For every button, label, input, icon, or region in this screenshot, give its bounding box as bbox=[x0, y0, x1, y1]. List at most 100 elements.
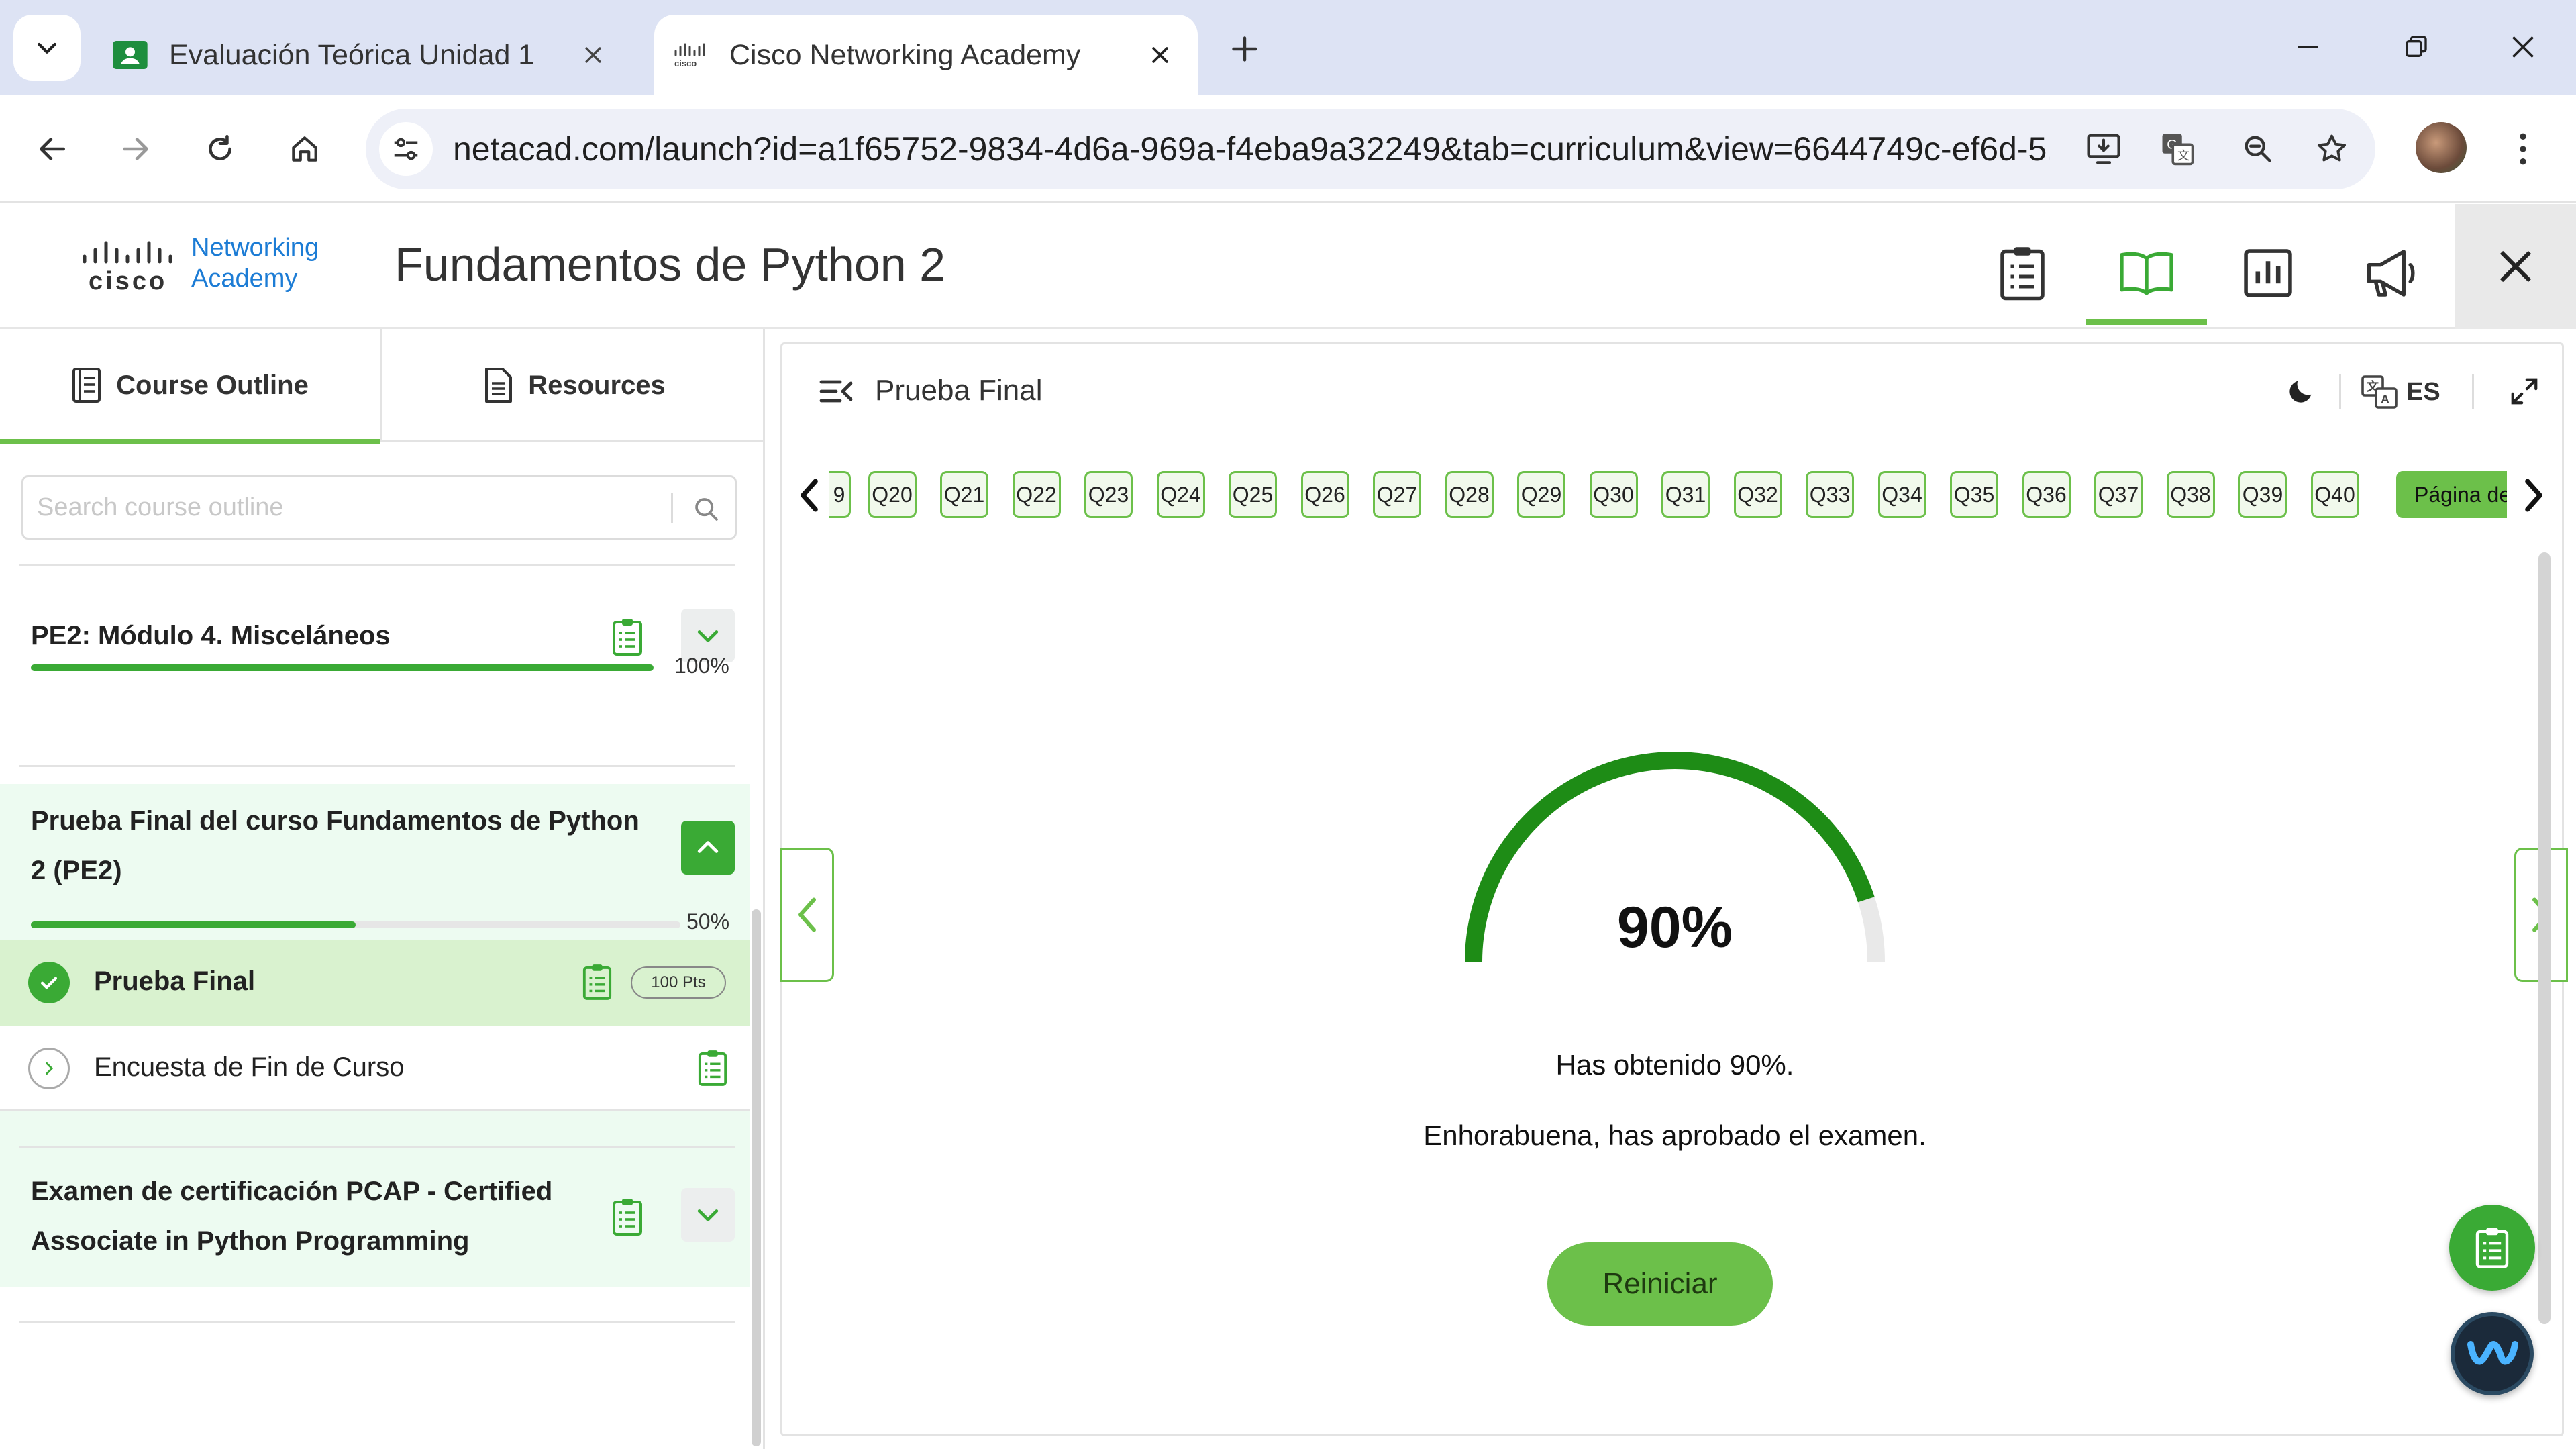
question-button[interactable]: Q33 bbox=[1806, 471, 1854, 518]
profile-avatar[interactable] bbox=[2416, 122, 2467, 173]
url-text[interactable]: netacad.com/launch?id=a1f65752-9834-4d6a… bbox=[453, 109, 2050, 189]
question-button[interactable]: 9 bbox=[829, 471, 851, 518]
question-button[interactable]: Q22 bbox=[1012, 471, 1061, 518]
question-button[interactable]: Q31 bbox=[1661, 471, 1710, 518]
module-pcap[interactable]: Examen de certificación PCAP - Certified… bbox=[0, 1166, 750, 1301]
module-title: Prueba Final del curso Fundamentos de Py… bbox=[31, 796, 639, 895]
language-label: ES bbox=[2406, 377, 2440, 406]
question-button[interactable]: Q23 bbox=[1084, 471, 1133, 518]
list-item-encuesta[interactable]: Encuesta de Fin de Curso bbox=[0, 1026, 750, 1111]
toggle-menu-button[interactable] bbox=[816, 371, 856, 411]
question-button[interactable]: Q38 bbox=[2166, 471, 2215, 518]
language-button[interactable]: 文A ES bbox=[2361, 368, 2440, 415]
list-item-prueba-final[interactable]: Prueba Final 100 Pts bbox=[0, 940, 750, 1026]
item-label: Prueba Final bbox=[94, 966, 256, 996]
translate-button[interactable]: G文 bbox=[2151, 122, 2204, 176]
clipboard-icon bbox=[692, 1044, 733, 1091]
module-title: Examen de certificación PCAP - Certified… bbox=[31, 1166, 552, 1266]
bookmark-button[interactable] bbox=[2305, 122, 2359, 176]
address-bar[interactable]: netacad.com/launch?id=a1f65752-9834-4d6a… bbox=[366, 109, 2375, 189]
question-button[interactable]: Q39 bbox=[2238, 471, 2287, 518]
announcements-button[interactable] bbox=[2332, 223, 2453, 323]
question-button[interactable]: Q28 bbox=[1445, 471, 1494, 518]
classroom-icon bbox=[111, 36, 149, 74]
search-button[interactable] bbox=[688, 491, 725, 528]
question-button[interactable]: Q27 bbox=[1373, 471, 1421, 518]
divider bbox=[2472, 374, 2474, 409]
browser-menu-button[interactable] bbox=[2500, 121, 2546, 177]
question-nav-next[interactable] bbox=[2514, 468, 2554, 522]
close-window-button[interactable] bbox=[2493, 20, 2553, 74]
question-button[interactable]: Q37 bbox=[2094, 471, 2143, 518]
previous-page-button[interactable] bbox=[780, 848, 834, 982]
install-icon bbox=[2087, 134, 2120, 164]
progress-button[interactable] bbox=[2208, 223, 2328, 323]
sidebar-scrollbar[interactable] bbox=[752, 909, 761, 1446]
search-divider bbox=[671, 493, 673, 523]
cisco-networking-academy-logo[interactable]: cisco Networking Academy bbox=[81, 232, 349, 299]
cisco-favicon-icon: cisco bbox=[672, 36, 709, 74]
more-vert-icon bbox=[2520, 133, 2526, 165]
browser-tab-netacad[interactable]: cisco Cisco Networking Academy bbox=[654, 15, 1198, 95]
back-button[interactable] bbox=[24, 121, 81, 177]
tab-course-outline[interactable]: Course Outline bbox=[0, 329, 382, 444]
content-scrollbar[interactable] bbox=[2538, 552, 2551, 1324]
question-button[interactable]: Q25 bbox=[1229, 471, 1277, 518]
restart-button[interactable]: Reiniciar bbox=[1547, 1242, 1773, 1326]
tab-resources[interactable]: Resources bbox=[384, 329, 765, 442]
module-progress-fill bbox=[31, 664, 654, 671]
question-button[interactable]: Q35 bbox=[1950, 471, 1998, 518]
forward-button[interactable] bbox=[107, 121, 164, 177]
grades-button[interactable] bbox=[1962, 223, 2083, 323]
search-icon bbox=[695, 498, 718, 521]
chevron-right-icon bbox=[2525, 479, 2542, 512]
question-nav-prev[interactable] bbox=[789, 468, 829, 522]
clipboard-icon bbox=[607, 1193, 648, 1240]
course-book-button[interactable] bbox=[2086, 223, 2207, 325]
module-title-line2: Associate in Python Programming bbox=[31, 1226, 470, 1256]
question-button[interactable]: Q40 bbox=[2310, 471, 2359, 518]
browser-tab-evaluacion[interactable]: Evaluación Teórica Unidad 1 bbox=[94, 15, 631, 95]
outline-icon bbox=[72, 368, 101, 403]
zoom-button[interactable] bbox=[2231, 122, 2285, 176]
site-info-button[interactable] bbox=[379, 122, 433, 176]
arrow-right-icon bbox=[123, 138, 148, 160]
question-button[interactable]: Q26 bbox=[1300, 471, 1349, 518]
module-pe2-modulo-4[interactable]: PE2: Módulo 4. Misceláneos 100% bbox=[0, 609, 750, 718]
browser-toolbar: netacad.com/launch?id=a1f65752-9834-4d6a… bbox=[0, 95, 2576, 203]
question-button[interactable]: Q29 bbox=[1517, 471, 1565, 518]
question-button[interactable]: Q30 bbox=[1589, 471, 1638, 518]
module-collapse-button[interactable] bbox=[681, 821, 735, 875]
close-course-button[interactable] bbox=[2455, 204, 2576, 329]
assistant-button[interactable] bbox=[2451, 1312, 2534, 1395]
sidebar-tabs: Course Outline Resources bbox=[0, 329, 765, 444]
home-button[interactable] bbox=[276, 121, 333, 177]
question-button[interactable]: Q36 bbox=[2022, 471, 2071, 518]
quiz-header: Prueba Final 文A ES bbox=[782, 344, 2562, 438]
minimize-button[interactable] bbox=[2278, 20, 2338, 74]
fullscreen-button[interactable] bbox=[2504, 371, 2544, 411]
tab-search-button[interactable] bbox=[13, 15, 81, 81]
question-navigator: 9 Q20 Q21 Q22 Q23 Q24 Q25 Q26 Q27 Q28 Q29 Q30 Q31 Q32… bbox=[829, 462, 2507, 529]
install-app-button[interactable] bbox=[2077, 122, 2130, 176]
dark-mode-button[interactable] bbox=[2281, 371, 2321, 411]
question-button[interactable]: Q34 bbox=[1877, 471, 1926, 518]
close-tab-icon[interactable] bbox=[573, 35, 613, 75]
search-input[interactable] bbox=[37, 477, 674, 538]
module-expand-button[interactable] bbox=[681, 1188, 735, 1242]
question-button[interactable]: Q20 bbox=[868, 471, 917, 518]
question-button[interactable]: Q24 bbox=[1156, 471, 1205, 518]
close-tab-icon[interactable] bbox=[1140, 35, 1180, 75]
chevron-down-icon bbox=[697, 1209, 719, 1221]
reload-button[interactable] bbox=[192, 121, 248, 177]
module-title: PE2: Módulo 4. Misceláneos bbox=[31, 621, 391, 650]
new-tab-button[interactable] bbox=[1221, 26, 1268, 72]
module-title-line1: Examen de certificación PCAP - Certified bbox=[31, 1177, 553, 1206]
restore-button[interactable] bbox=[2385, 20, 2446, 74]
svg-text:A: A bbox=[2381, 393, 2389, 406]
star-icon bbox=[2317, 134, 2347, 162]
quiz-summary-button[interactable] bbox=[2449, 1205, 2535, 1291]
question-button[interactable]: Q32 bbox=[1733, 471, 1782, 518]
question-button[interactable]: Q21 bbox=[940, 471, 988, 518]
results-page-button[interactable]: Página de r bbox=[2396, 471, 2507, 518]
